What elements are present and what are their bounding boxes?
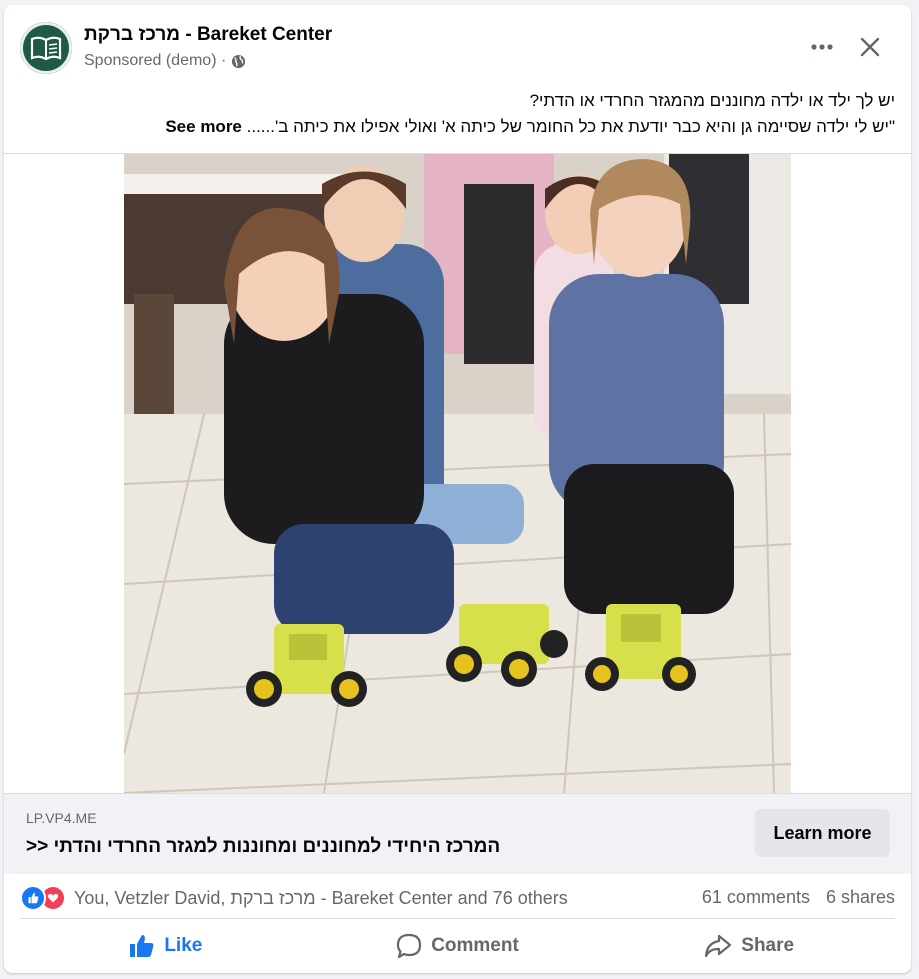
engagement-stats: 61 comments 6 shares (702, 887, 895, 908)
see-more-link[interactable]: See more (165, 117, 242, 136)
hide-post-button[interactable] (852, 29, 888, 65)
close-icon (860, 37, 880, 57)
post-text-line-2: "יש לי ילדה שסיימה גן והיא כבר יודעת את … (35, 114, 895, 140)
post-actions: Like Comment Share (20, 923, 895, 969)
open-book-icon (30, 36, 62, 61)
like-label: Like (164, 935, 203, 956)
share-icon (705, 934, 732, 958)
globe-icon[interactable] (231, 54, 246, 69)
more-horizontal-icon (811, 44, 833, 50)
shares-count[interactable]: 6 shares (826, 887, 895, 908)
like-reaction-icon (20, 885, 46, 911)
link-headline[interactable]: המרכז היחידי למחוננים ומחוננות למגזר החר… (26, 836, 726, 858)
comment-icon (397, 933, 422, 959)
reaction-summary[interactable]: You, Vetzler David, מרכז ברקת - Bareket … (20, 885, 568, 911)
comment-label: Comment (431, 935, 519, 956)
learn-more-button[interactable]: Learn more (755, 809, 890, 857)
link-domain: LP.VP4.ME (26, 810, 97, 826)
more-options-button[interactable] (804, 29, 840, 65)
sponsored-text: Sponsored (demo) · (84, 52, 227, 69)
post-text-line-1: יש לך ילד או ילדה מחוננים מהמגזר החרדי א… (529, 91, 895, 110)
page-name-link[interactable]: מרכז ברקת - Bareket Center (84, 24, 332, 46)
reaction-names[interactable]: You, Vetzler David, מרכז ברקת - Bareket … (74, 888, 568, 909)
like-button[interactable]: Like (20, 923, 312, 969)
comment-button[interactable]: Comment (312, 923, 604, 969)
comments-count[interactable]: 61 comments (702, 887, 810, 908)
sponsored-label: Sponsored (demo) · (84, 52, 246, 70)
sponsored-post-card: מרכז ברקת - Bareket Center Sponsored (de… (4, 5, 911, 973)
page-avatar[interactable] (20, 22, 72, 74)
share-button[interactable]: Share (603, 923, 895, 969)
post-text-line-2-body: "יש לי ילדה שסיימה גן והיא כבר יודעת את … (246, 117, 895, 136)
post-photo[interactable] (124, 154, 791, 793)
divider (20, 918, 895, 919)
share-label: Share (741, 935, 795, 956)
thumbs-up-icon (130, 935, 154, 957)
post-message: יש לך ילד או ילדה מחוננים מהמגזר החרדי א… (35, 88, 895, 140)
photo-illustration (124, 154, 791, 793)
